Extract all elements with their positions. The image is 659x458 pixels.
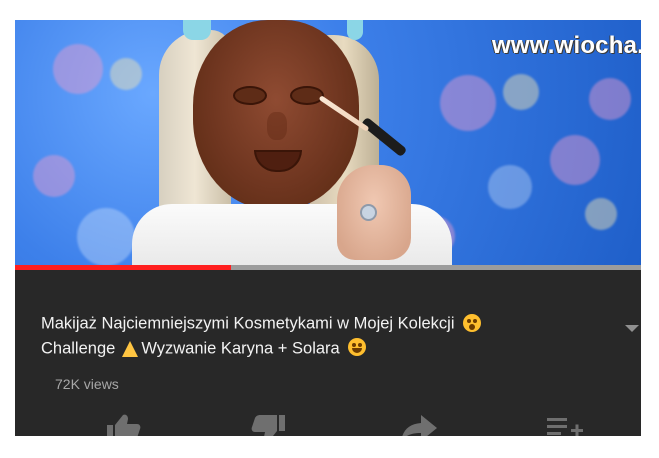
video-title-line: Challenge Wyzwanie Karyna + Solara [41, 336, 606, 361]
view-count: 72K views [55, 376, 119, 392]
laughing-face-icon [347, 338, 366, 357]
share-icon [402, 415, 437, 436]
bokeh-light [589, 78, 631, 120]
nose [267, 112, 287, 140]
eye [233, 86, 267, 105]
page-root: www.wiocha.pl Makijaż Najciemniejszymi K… [0, 0, 659, 458]
video-title-part: Makijaż Najciemniejszymi Kosmetykami w M… [41, 314, 455, 333]
bokeh-light [585, 198, 617, 230]
screaming-face-icon [462, 313, 481, 332]
bokeh-light [110, 58, 142, 90]
youtube-mobile-screenshot: www.wiocha.pl Makijaż Najciemniejszymi K… [15, 20, 641, 436]
video-actions [15, 413, 641, 436]
ring [360, 204, 377, 221]
video-title-line: Makijaż Najciemniejszymi Kosmetykami w M… [41, 311, 606, 336]
bokeh-light [440, 75, 496, 131]
video-title: Makijaż Najciemniejszymi Kosmetykami w M… [41, 311, 606, 360]
thumbs-down-icon [251, 415, 285, 436]
mouth [254, 150, 302, 172]
headband [347, 20, 363, 40]
eye [290, 86, 324, 105]
headband [183, 20, 211, 40]
dislike-button[interactable] [247, 413, 291, 436]
like-button[interactable] [101, 413, 145, 436]
share-button[interactable] [397, 413, 441, 436]
video-player[interactable]: www.wiocha.pl [15, 20, 641, 265]
bokeh-light [33, 155, 75, 197]
add-to-playlist-icon [547, 418, 583, 436]
bokeh-light [53, 44, 103, 94]
save-to-playlist-button[interactable] [543, 413, 587, 436]
video-progress-bar[interactable] [15, 265, 641, 270]
watermark: www.wiocha.pl [492, 32, 641, 59]
video-title-part: Challenge [41, 339, 116, 358]
folded-hands-icon [122, 341, 139, 358]
bokeh-light [488, 165, 532, 209]
bronzed-face [193, 20, 359, 210]
bokeh-light [550, 135, 600, 185]
video-title-part: Wyzwanie Karyna + Solara [141, 339, 340, 358]
bokeh-light [503, 74, 539, 110]
thumbs-up-icon [107, 414, 141, 436]
chevron-down-icon[interactable] [625, 325, 639, 332]
video-progress-fill [15, 265, 231, 270]
bokeh-light [77, 208, 135, 265]
